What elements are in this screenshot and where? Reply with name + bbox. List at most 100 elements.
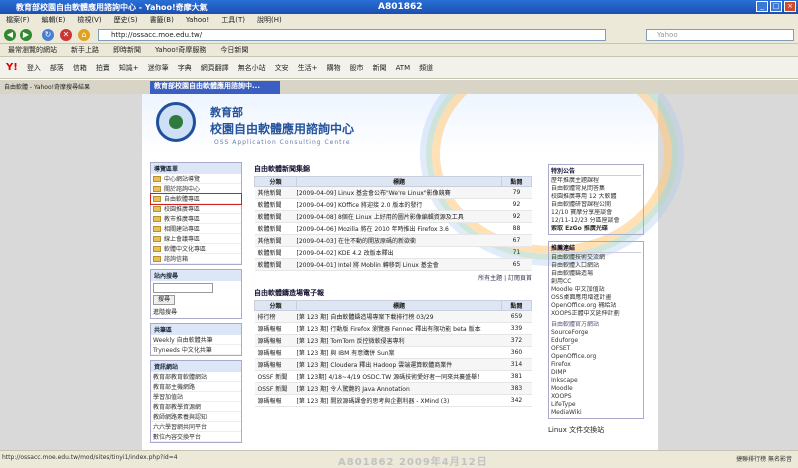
resource-link[interactable]: 六六學習網共同平台 [151, 422, 241, 432]
search-input[interactable]: Yahoo [646, 29, 794, 41]
toolbar-item[interactable]: 生活+ [298, 63, 318, 73]
announce-item[interactable]: 歷年推廣主題課程 [551, 177, 641, 185]
nav-item[interactable]: 關於諮詢中心 [151, 184, 241, 194]
menu-history[interactable]: 歷史(S) [114, 15, 138, 25]
resource-link[interactable]: 教育部主機網路 [151, 382, 241, 392]
site-search-input[interactable] [153, 283, 213, 293]
group-link[interactable]: OFSET [551, 345, 641, 353]
announce-item[interactable]: 自由軟體常見問答集 [551, 185, 641, 193]
toolbar-item[interactable]: 部落 [50, 63, 64, 73]
toolbar-item[interactable]: 新聞 [373, 63, 387, 73]
bookmark-item[interactable]: 最常瀏覽的網站 [8, 45, 57, 55]
table-row[interactable]: 源碼報報 [第 123 期] 開放源碼課會的思考與企劃利器 - XMind (3)… [254, 394, 532, 407]
table-row[interactable]: 軟體新聞 [2009-04-02] KDE 4.2 改版本釋出 71 [254, 246, 532, 259]
share-link[interactable]: Tryneeds 中文化共筆 [151, 345, 241, 355]
nav-item[interactable]: 線上會議專區 [151, 234, 241, 244]
nav-item[interactable]: 校園推廣專區 [151, 204, 241, 214]
table-row[interactable]: 軟體新聞 [2009-04-09] KOffice 將迎接 2.0 版本的發行 92 [254, 198, 532, 211]
home-icon[interactable]: ⌂ [78, 29, 90, 41]
menu-view[interactable]: 檢視(V) [77, 15, 101, 25]
toolbar-item[interactable]: 無名小站 [238, 63, 266, 73]
toolbar-item[interactable]: 迷你筆 [148, 63, 169, 73]
menu-file[interactable]: 檔案(F) [6, 15, 30, 25]
toolbar-item[interactable]: 字典 [178, 63, 192, 73]
stop-icon[interactable]: ✕ [60, 29, 72, 41]
advanced-search-link[interactable]: 進階搜尋 [153, 307, 239, 316]
announce-item[interactable]: 12/11-12/23 分區座談會 [551, 217, 641, 225]
yahoo-logo[interactable]: Y! [6, 62, 18, 73]
link-item[interactable]: Moodle 中文加值站 [551, 286, 641, 294]
menu-help[interactable]: 說明(H) [257, 15, 282, 25]
resource-link[interactable]: 學習加值站 [151, 392, 241, 402]
table-row[interactable]: 源碼報報 [第 123 期] 行動版 Firefox 瀏覽器 Fennec 釋出有… [254, 322, 532, 335]
tab-search-results[interactable]: 自由軟體 - Yahoo!奇摩搜尋結果 [4, 82, 90, 91]
nav-item[interactable]: 相關建站專區 [151, 224, 241, 234]
link-item[interactable]: XOOPS正體中文延伸計劃 [551, 310, 641, 318]
announce-item[interactable]: 12/10 寶摩分享座談會 [551, 209, 641, 217]
group-link[interactable]: XOOPS [551, 393, 641, 401]
forward-icon[interactable]: ▶ [20, 29, 32, 41]
toolbar-item[interactable]: 登入 [27, 63, 41, 73]
table-row[interactable]: OSSF 新聞 [第 123 期] 令人驚艷的 Java Annotation 38… [254, 382, 532, 395]
toolbar-item[interactable]: 拍賣 [96, 63, 110, 73]
nav-item[interactable]: 諮詢信箱 [151, 254, 241, 264]
menu-edit[interactable]: 編輯(E) [42, 15, 66, 25]
address-input[interactable]: http://ossacc.moe.edu.tw/ [98, 29, 606, 41]
nav-item-selected[interactable]: 自由軟體專區 [150, 193, 242, 205]
maximize-button[interactable]: □ [770, 1, 782, 12]
toolbar-item[interactable]: 網頁翻譯 [201, 63, 229, 73]
table-row[interactable]: 源碼報報 [第 123 期] Cloudera 釋出 Hadoop 雲端運算軟體商… [254, 358, 532, 371]
nav-item[interactable]: 教市推廣專區 [151, 214, 241, 224]
table-row[interactable]: 源碼報報 [第 123 期] TomTom 反控微軟侵害專利 372 [254, 334, 532, 347]
table-row[interactable]: 其他新聞 [2009-04-09] Linux 基金會公布"We're Linux… [254, 186, 532, 199]
link-item[interactable]: OSS桌面應用增進計畫 [551, 294, 641, 302]
toolbar-item[interactable]: 購物 [327, 63, 341, 73]
table-row[interactable]: 軟體新聞 [2009-04-06] Mozilla 將在 2010 年時推出 Fi… [254, 222, 532, 235]
group-link[interactable]: Eduforge [551, 337, 641, 345]
close-button[interactable]: × [784, 1, 796, 12]
menu-bookmarks[interactable]: 書籤(B) [150, 15, 174, 25]
menu-tools[interactable]: 工具(T) [221, 15, 245, 25]
group-link[interactable]: DIMP [551, 369, 641, 377]
status-right[interactable]: 捷聯排行榜 無名影音 [736, 454, 792, 463]
site-search-button[interactable]: 搜尋 [153, 295, 175, 305]
announce-item[interactable]: 校園推廣專用 12 大軟體 [551, 193, 641, 201]
bookmark-item[interactable]: 新手上路 [71, 45, 99, 55]
group-link[interactable]: OpenOffice.org [551, 353, 641, 361]
resource-link[interactable]: 教育部教學資源網 [151, 402, 241, 412]
link-item[interactable]: 自由軟體入口網站 [551, 262, 641, 270]
menu-yahoo[interactable]: Yahoo! [186, 16, 209, 24]
link-item[interactable]: OpenOffice.org 補給站 [551, 302, 641, 310]
table-row[interactable]: 軟體新聞 [2009-04-08] 8個在 Linux 上好用的圖片影像編輯資源及… [254, 210, 532, 223]
link-item[interactable]: 自由軟體鑄造場 [551, 270, 641, 278]
table-row[interactable]: 排行榜 [第 123 期] 自由軟體鑄造場專案下載排行榜 03/29 659 [254, 310, 532, 323]
toolbar-item[interactable]: 知識+ [119, 63, 139, 73]
resource-link[interactable]: 數位內容交換平台 [151, 432, 241, 442]
minimize-button[interactable]: _ [756, 1, 768, 12]
group-link[interactable]: LifeType [551, 401, 641, 409]
news-more-link[interactable]: 所有主題 | 訂閱頁首 [254, 273, 532, 282]
group-link[interactable]: Firefox [551, 361, 641, 369]
toolbar-item[interactable]: ATM [396, 64, 411, 72]
group-link[interactable]: Moodle [551, 385, 641, 393]
announce-item[interactable]: 自由軟體研習課程公開 [551, 201, 641, 209]
table-row[interactable]: 其他新聞 [2009-04-03] 在住不動的開放原碼的新欲衝 67 [254, 234, 532, 247]
group-link[interactable]: MediaWiki [551, 409, 641, 417]
share-link[interactable]: Weekly 自由軟體共筆 [151, 335, 241, 345]
bookmark-item[interactable]: 今日新聞 [220, 45, 248, 55]
resource-link[interactable]: 教育部教育軟體網站 [151, 372, 241, 382]
nav-item[interactable]: 軟體中文化專區 [151, 244, 241, 254]
table-row[interactable]: 源碼報報 [第 123 期] 與 IBM 有意購併 Sun案 360 [254, 346, 532, 359]
bookmark-item[interactable]: Yahoo!奇摩服務 [155, 45, 206, 55]
group-link[interactable]: SourceForge [551, 329, 641, 337]
toolbar-item[interactable]: 文安 [275, 63, 289, 73]
group-link[interactable]: Inkscape [551, 377, 641, 385]
link-item[interactable]: 創用CC [551, 278, 641, 286]
bookmark-item[interactable]: 即時新聞 [113, 45, 141, 55]
link-item[interactable]: 自由軟體技術交流網 [551, 254, 641, 262]
resource-link[interactable]: 教師網路素養與認知 [151, 412, 241, 422]
toolbar-item[interactable]: 頻道 [419, 63, 433, 73]
toolbar-item[interactable]: 信箱 [73, 63, 87, 73]
announce-item-highlight[interactable]: 索取 EzGo 推廣光碟 [551, 225, 641, 233]
nav-item[interactable]: 中心網站導覽 [151, 174, 241, 184]
